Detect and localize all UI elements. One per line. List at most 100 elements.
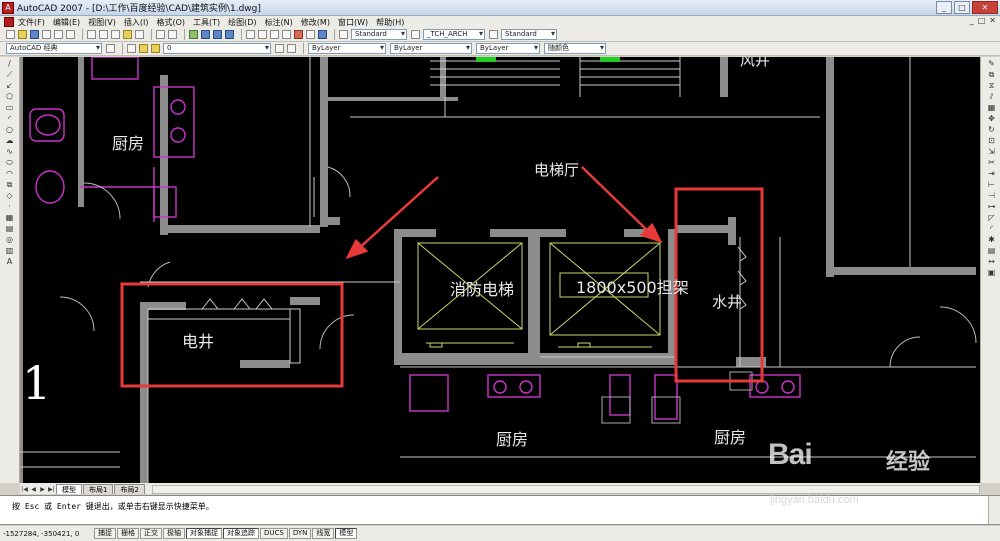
line-icon[interactable]: / <box>4 59 15 68</box>
menu-help[interactable]: 帮助(H) <box>376 17 404 28</box>
gradient-icon[interactable]: ▤ <box>4 224 15 233</box>
maximize-button[interactable]: □ <box>954 1 970 14</box>
redo-icon[interactable] <box>168 30 177 39</box>
layer-manager-icon[interactable] <box>127 44 136 53</box>
hatch-icon[interactable]: ▦ <box>4 213 15 222</box>
dim-style-select[interactable]: _TCH_ARCH <box>423 29 485 40</box>
new-icon[interactable] <box>6 30 15 39</box>
tab-layout2[interactable]: 布局2 <box>114 484 145 494</box>
tab-model[interactable]: 模型 <box>56 484 82 494</box>
zoom-realtime-icon[interactable] <box>201 30 210 39</box>
publish-icon[interactable] <box>66 30 75 39</box>
break-icon[interactable]: ⊣ <box>986 191 997 200</box>
chamfer-icon[interactable]: ◸ <box>986 213 997 222</box>
otrack-toggle[interactable]: 对象追踪 <box>223 528 259 539</box>
minimize-button[interactable]: _ <box>936 1 952 14</box>
coordinate-readout[interactable]: -1527284, -350421, 0 <box>0 530 94 538</box>
match-properties-icon[interactable] <box>123 30 132 39</box>
print-icon[interactable] <box>42 30 51 39</box>
command-scrollbar[interactable] <box>988 496 1000 524</box>
workspace-select[interactable]: AutoCAD 经典 <box>6 43 102 54</box>
help-icon[interactable] <box>318 30 327 39</box>
menu-dimension[interactable]: 标注(N) <box>265 17 293 28</box>
menu-tools[interactable]: 工具(T) <box>193 17 220 28</box>
multiline-text-icon[interactable]: A <box>4 257 15 266</box>
osnap-toggle[interactable]: 对象捕捉 <box>186 528 222 539</box>
revision-cloud-icon[interactable]: ☁ <box>4 136 15 145</box>
make-block-icon[interactable]: ◇ <box>4 191 15 200</box>
circle-icon[interactable]: ○ <box>4 125 15 134</box>
properties-panel-icon[interactable]: ▣ <box>986 268 997 277</box>
lineweight-toggle[interactable]: 线宽 <box>312 528 335 539</box>
array-icon[interactable]: ▦ <box>986 103 997 112</box>
layer-select[interactable]: 0 <box>163 43 271 54</box>
offset-icon[interactable]: ⫽ <box>986 92 997 101</box>
doc-restore-button[interactable]: □ <box>978 16 986 25</box>
copy-icon[interactable] <box>99 30 108 39</box>
snap-toggle[interactable]: 捕捉 <box>94 528 116 539</box>
paste-icon[interactable] <box>111 30 120 39</box>
polar-toggle[interactable]: 极轴 <box>163 528 185 539</box>
autocad-logo-icon[interactable]: A <box>2 1 14 14</box>
explode-icon[interactable]: ✱ <box>986 235 997 244</box>
sheet-set-icon[interactable] <box>282 30 291 39</box>
color-select[interactable]: ByLayer <box>308 43 386 54</box>
properties-icon[interactable] <box>246 30 255 39</box>
table-style-select[interactable]: Standard <box>501 29 557 40</box>
prev-tab-button[interactable]: ◀ <box>29 485 38 494</box>
stretch-icon[interactable]: ⇲ <box>986 147 997 156</box>
last-tab-button[interactable]: ▶| <box>47 485 56 494</box>
text-style-select[interactable]: Standard <box>351 29 407 40</box>
menu-edit[interactable]: 编辑(E) <box>53 17 80 28</box>
pan-icon[interactable] <box>189 30 198 39</box>
move-icon[interactable]: ✥ <box>986 114 997 123</box>
point-icon[interactable]: · <box>4 202 15 211</box>
arc-icon[interactable]: ◜ <box>4 114 15 123</box>
zoom-window-icon[interactable] <box>213 30 222 39</box>
menu-modify[interactable]: 修改(M) <box>301 17 330 28</box>
rectangle-icon[interactable]: ▭ <box>4 103 15 112</box>
rotate-icon[interactable]: ↻ <box>986 125 997 134</box>
dimension-icon[interactable]: ↔ <box>986 257 997 266</box>
lineweight-select[interactable]: ByLayer <box>476 43 540 54</box>
make-layer-current-icon[interactable] <box>275 44 284 53</box>
next-tab-button[interactable]: ▶ <box>38 485 47 494</box>
block-editor-icon[interactable] <box>135 30 144 39</box>
menu-window[interactable]: 窗口(W) <box>338 17 368 28</box>
menu-view[interactable]: 视图(V) <box>88 17 116 28</box>
fillet-icon[interactable]: ◜ <box>986 224 997 233</box>
erase-icon[interactable]: ✎ <box>986 59 997 68</box>
tool-palettes-icon[interactable] <box>270 30 279 39</box>
menu-draw[interactable]: 绘图(D) <box>228 17 256 28</box>
plotstyle-select[interactable]: 随颜色 <box>544 43 606 54</box>
workspace-settings-icon[interactable] <box>106 44 115 53</box>
extend-icon[interactable]: ⇥ <box>986 169 997 178</box>
first-tab-button[interactable]: |◀ <box>20 485 29 494</box>
document-icon[interactable] <box>4 17 14 27</box>
region-icon[interactable]: ◎ <box>4 235 15 244</box>
menu-format[interactable]: 格式(O) <box>156 17 185 28</box>
table-icon[interactable]: ▥ <box>4 246 15 255</box>
mirror-icon[interactable]: ⧖ <box>986 81 997 90</box>
layer-previous-icon[interactable] <box>287 44 296 53</box>
ortho-toggle[interactable]: 正交 <box>140 528 162 539</box>
dyn-toggle[interactable]: DYN <box>288 528 312 539</box>
spline-icon[interactable]: ∿ <box>4 147 15 156</box>
trim-icon[interactable]: ✂ <box>986 158 997 167</box>
cut-icon[interactable] <box>87 30 96 39</box>
linetype-select[interactable]: ByLayer <box>390 43 472 54</box>
tab-layout1[interactable]: 布局1 <box>83 484 114 494</box>
close-button[interactable]: ✕ <box>972 1 998 14</box>
save-icon[interactable] <box>30 30 39 39</box>
grid-toggle[interactable]: 栅格 <box>117 528 139 539</box>
markup-icon[interactable] <box>294 30 303 39</box>
copy-object-icon[interactable]: ⧉ <box>986 70 997 79</box>
doc-minimize-button[interactable]: _ <box>970 16 974 25</box>
zoom-previous-icon[interactable] <box>225 30 234 39</box>
polyline-icon[interactable]: ↙ <box>4 81 15 90</box>
polygon-icon[interactable]: ⬠ <box>4 92 15 101</box>
undo-icon[interactable] <box>156 30 165 39</box>
design-center-icon[interactable] <box>258 30 267 39</box>
scale-icon[interactable]: ⊡ <box>986 136 997 145</box>
doc-close-button[interactable]: ✕ <box>989 16 996 25</box>
